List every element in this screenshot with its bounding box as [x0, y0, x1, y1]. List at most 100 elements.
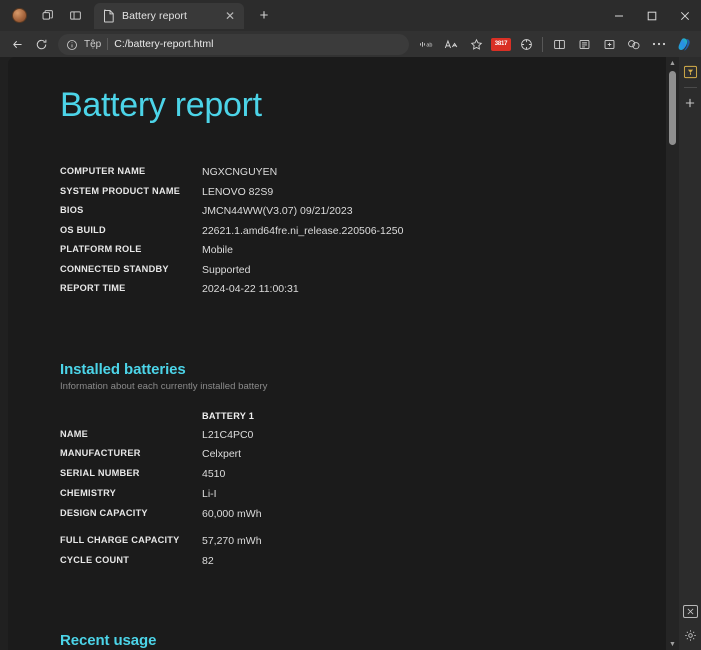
row-label: PLATFORM ROLE — [60, 244, 142, 255]
table-row: SERIAL NUMBER 4510 — [60, 468, 262, 488]
immersive-reader-icon[interactable] — [439, 33, 463, 55]
address-bar[interactable]: Tệp C:/battery-report.html — [58, 33, 409, 55]
browser-toolbar: Tệp C:/battery-report.html ab 3817 — [0, 31, 701, 57]
divider — [107, 38, 109, 50]
row-value: 82 — [202, 554, 214, 567]
divider — [683, 87, 697, 88]
svg-text:ab: ab — [426, 42, 432, 48]
battery-column-header: BATTERY 1 — [202, 410, 255, 421]
table-row: NAME L21C4PC0 — [60, 429, 262, 449]
row-value: JMCN44WW(V3.07) 09/21/2023 — [202, 205, 353, 218]
page-title: Battery report — [60, 86, 262, 124]
table-header-row: BATTERY 1 — [60, 411, 262, 429]
profile-avatar[interactable] — [6, 3, 32, 29]
row-value: Li-I — [202, 488, 217, 501]
window-close-button[interactable] — [668, 0, 701, 31]
row-label: OS BUILD — [60, 224, 106, 235]
vertical-tabs-icon[interactable] — [62, 3, 88, 29]
row-value: 60,000 mWh — [202, 507, 262, 520]
row-value: 22621.1.amd64fre.ni_release.220506-1250 — [202, 224, 404, 237]
browser-window: Battery report ✕ + Tệp C:/battery-report… — [0, 0, 701, 650]
row-label: REPORT TIME — [60, 283, 126, 294]
browser-essentials-icon[interactable] — [514, 33, 538, 55]
table-row: CYCLE COUNT 82 — [60, 555, 262, 575]
tab-strip: Battery report ✕ + — [0, 0, 701, 31]
row-value: LENOVO 82S9 — [202, 185, 274, 198]
window-controls — [602, 0, 701, 31]
row-label: SERIAL NUMBER — [60, 468, 140, 479]
minimize-button[interactable] — [602, 0, 635, 31]
row-label: FULL CHARGE CAPACITY — [60, 534, 180, 545]
row-label: SYSTEM PRODUCT NAME — [60, 185, 181, 196]
table-row: CHEMISTRY Li-I — [60, 488, 262, 508]
page-viewport: Battery report COMPUTER NAME NGXCNGUYEN … — [8, 57, 671, 650]
close-icon[interactable]: ✕ — [222, 8, 238, 24]
table-row: BIOS JMCN44WW(V3.07) 09/21/2023 — [60, 205, 403, 225]
coupon-count: 3817 — [491, 37, 511, 51]
add-sidebar-app-icon[interactable] — [681, 94, 699, 112]
scheme-label: Tệp — [84, 38, 102, 50]
row-value: Celxpert — [202, 448, 242, 461]
tab-title: Battery report — [122, 9, 188, 22]
favorite-star-icon[interactable] — [464, 33, 488, 55]
spacer-cell — [60, 411, 202, 429]
row-value: 2024-04-22 11:00:31 — [202, 283, 299, 296]
url-text[interactable]: C:/battery-report.html — [114, 38, 213, 50]
scrollbar-thumb[interactable] — [669, 71, 676, 145]
split-screen-icon[interactable] — [547, 33, 571, 55]
more-options-icon[interactable] — [647, 33, 671, 55]
sidebar-item-shopping[interactable] — [681, 63, 699, 81]
installed-batteries-section: Installed batteries Information about ea… — [60, 361, 671, 575]
row-value: Mobile — [202, 244, 233, 257]
row-value: 57,270 mWh — [202, 534, 262, 547]
row-label: MANUFACTURER — [60, 448, 141, 459]
read-aloud-icon[interactable]: ab — [414, 33, 438, 55]
row-value: Supported — [202, 263, 251, 276]
avatar — [11, 8, 27, 23]
scroll-up-icon[interactable]: ▲ — [666, 57, 679, 69]
table-row: OS BUILD 22621.1.amd64fre.ni_release.220… — [60, 225, 403, 245]
table-row: DESIGN CAPACITY 60,000 mWh — [60, 508, 262, 535]
back-icon[interactable] — [5, 33, 29, 55]
row-label: CHEMISTRY — [60, 488, 117, 499]
recent-usage-section: Recent usage Power states over the last … — [60, 632, 671, 650]
battery-report-document: Battery report COMPUTER NAME NGXCNGUYEN … — [8, 57, 671, 650]
info-icon[interactable] — [66, 38, 78, 50]
table-row: CONNECTED STANDBY Supported — [60, 264, 403, 284]
scroll-down-icon[interactable]: ▼ — [666, 638, 679, 650]
row-label: NAME — [60, 428, 89, 439]
battery-details-table: BATTERY 1 NAME L21C4PC0 MANUFACTURER Cel… — [60, 411, 262, 575]
copilot-icon[interactable] — [672, 33, 696, 55]
shopping-icon[interactable] — [622, 33, 646, 55]
extension-glyph — [682, 604, 698, 618]
row-value: NGXCNGUYEN — [202, 166, 278, 179]
row-value: L21C4PC0 — [202, 428, 254, 441]
sidebar-rail — [679, 57, 701, 650]
tab-battery-report[interactable]: Battery report ✕ — [94, 2, 244, 29]
table-row: COMPUTER NAME NGXCNGUYEN — [60, 166, 403, 186]
table-row: SYSTEM PRODUCT NAME LENOVO 82S9 — [60, 186, 403, 206]
section-subtitle: Information about each currently install… — [60, 380, 268, 392]
page-scrollbar[interactable]: ▲ ▼ — [666, 57, 679, 650]
new-tab-button[interactable]: + — [252, 3, 276, 27]
row-label: BIOS — [60, 205, 84, 216]
row-label: CONNECTED STANDBY — [60, 263, 169, 274]
sidebar-settings-icon[interactable] — [681, 626, 699, 644]
section-heading: Installed batteries — [60, 360, 186, 378]
row-label: DESIGN CAPACITY — [60, 507, 148, 518]
row-label: CYCLE COUNT — [60, 554, 130, 565]
row-label: COMPUTER NAME — [60, 166, 146, 177]
coupon-badge-icon[interactable]: 3817 — [489, 33, 513, 55]
collections-icon[interactable] — [572, 33, 596, 55]
table-row: PLATFORM ROLE Mobile — [60, 244, 403, 264]
section-heading: Recent usage — [60, 632, 157, 650]
sidebar-bottom-actions — [679, 596, 701, 650]
extensions-icon[interactable] — [597, 33, 621, 55]
sidebar-extension-icon[interactable] — [681, 602, 699, 620]
copilot-glyph — [675, 35, 693, 53]
row-value: 4510 — [202, 468, 226, 481]
tab-actions-icon[interactable] — [34, 3, 60, 29]
maximize-button[interactable] — [635, 0, 668, 31]
reload-icon[interactable] — [29, 33, 53, 55]
divider — [542, 36, 543, 52]
